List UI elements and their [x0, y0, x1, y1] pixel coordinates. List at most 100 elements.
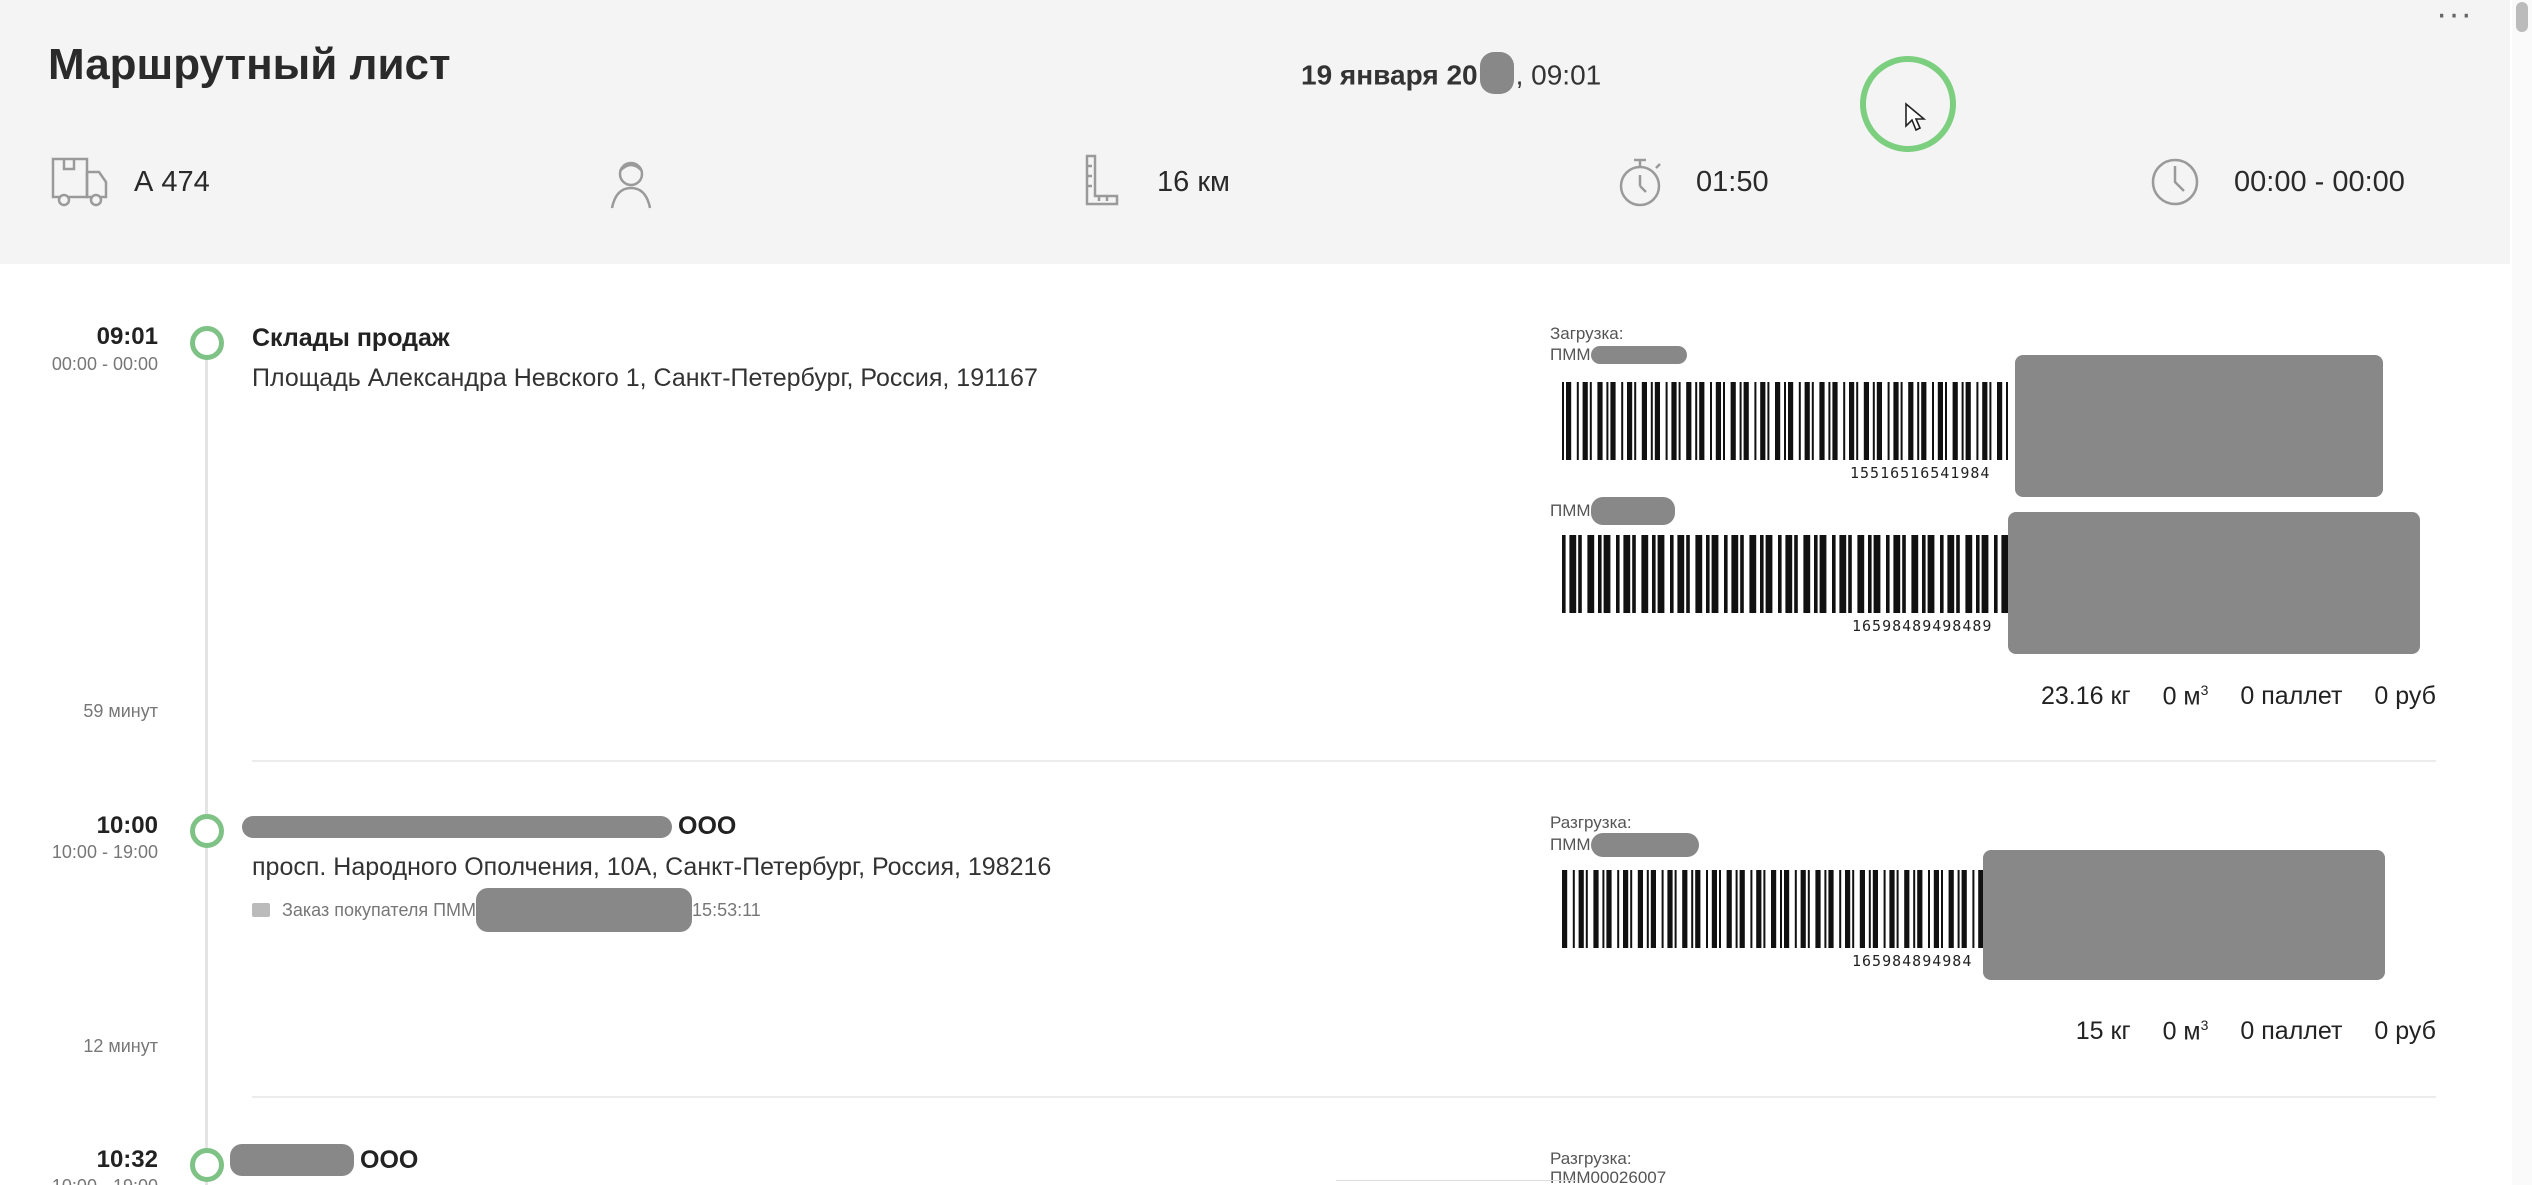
stop-totals: 15 кг 0 м3 0 паллет 0 руб — [2076, 1017, 2436, 1046]
page-title: Маршрутный лист — [48, 40, 451, 89]
stop-marker[interactable] — [190, 326, 224, 360]
barcode-bar — [1726, 870, 1732, 948]
barcode-bar — [1686, 382, 1692, 460]
barcode-bar — [1893, 382, 1899, 460]
barcode-bar — [1981, 535, 1989, 613]
barcode-bar — [1921, 382, 1927, 460]
barcode-bar — [1606, 382, 1609, 460]
barcode-bar — [1740, 535, 1744, 613]
scrollbar-thumb[interactable] — [2516, 2, 2528, 32]
stop-name-text: Склады продаж — [252, 324, 450, 352]
stop-divider — [252, 1096, 2436, 1098]
order-prefix: Заказ покупателя ПММ — [282, 899, 477, 920]
ruler-icon — [1085, 154, 1119, 206]
barcode-code: ПММ — [1550, 833, 1699, 857]
barcode-bar — [1706, 870, 1708, 948]
barcode-bar — [1872, 870, 1878, 948]
barcode-bar — [1641, 382, 1647, 460]
barcode-bar — [1650, 870, 1656, 948]
barcode-bar — [1765, 535, 1773, 613]
stop-totals: 23.16 кг 0 м3 0 паллет 0 руб — [2041, 682, 2436, 711]
barcode-bar — [1569, 535, 1577, 613]
barcode-bar — [1634, 382, 1637, 460]
stop-marker[interactable] — [190, 814, 224, 848]
barcode-bar — [1965, 535, 1973, 613]
barcode-bar — [1828, 870, 1834, 948]
barcode-bar — [1922, 535, 1926, 613]
barcode-bar — [1965, 382, 1971, 460]
barcode-bar — [1972, 870, 1975, 948]
stop-name[interactable]: ООО — [230, 1144, 418, 1176]
barcode-bar — [1630, 870, 1633, 948]
barcode-bar — [1917, 382, 1920, 460]
barcode-bar — [1593, 870, 1599, 948]
route-date-day: 19 января 20 — [1301, 59, 1478, 91]
barcode-bar — [1711, 870, 1717, 948]
barcode-bar — [1876, 382, 1882, 460]
barcode-bar — [1856, 382, 1859, 460]
barcode-bar — [1661, 870, 1664, 948]
barcode-bar — [1982, 382, 1988, 460]
stop-name[interactable]: Склады продаж — [252, 324, 450, 353]
barcode-bar — [1889, 870, 1895, 948]
barcode-bar — [1735, 870, 1738, 948]
barcode-bar — [1739, 382, 1742, 460]
scrollbar-track[interactable] — [2512, 0, 2532, 1185]
barcode-bar — [1621, 382, 1624, 460]
barcode-bar — [1976, 382, 1979, 460]
barcode-bar — [1582, 382, 1588, 460]
mouse-cursor-icon — [1905, 102, 1926, 132]
total-volume: 0 м3 — [2163, 1017, 2209, 1046]
order-reference[interactable]: Заказ покупателя ПММ 15:53:11 — [252, 888, 761, 932]
barcode-bar — [1800, 870, 1806, 948]
barcode-bar — [1940, 535, 1944, 613]
redacted-block — [1590, 497, 1675, 525]
stop-time: 09:01 — [96, 323, 158, 350]
barcode-bar — [1794, 870, 1797, 948]
travel-duration: 12 минут — [83, 1036, 158, 1056]
barcode-bar — [1562, 870, 1568, 948]
barcode-bar — [1873, 535, 1881, 613]
barcode-bar — [1927, 535, 1935, 613]
action-label: Разгрузка: — [1550, 1149, 1632, 1168]
total-volume: 0 м3 — [2163, 682, 2209, 711]
stop-marker[interactable] — [190, 1148, 224, 1182]
vehicle-plate: А 474 — [134, 165, 210, 198]
barcode-bar — [1603, 535, 1611, 613]
total-volume-value: 0 м — [2162, 1017, 2201, 1046]
barcode-bar — [1852, 870, 1855, 948]
total-price: 0 руб — [2374, 682, 2436, 710]
barcode-bar — [1956, 535, 1960, 613]
barcode-bar — [1957, 870, 1960, 948]
redacted-block — [1590, 346, 1687, 364]
comment-icon — [252, 903, 270, 917]
barcode-bar — [1617, 870, 1620, 948]
barcode-bar — [1754, 382, 1757, 460]
barcode-bar — [1798, 382, 1801, 460]
stop-time: 10:32 — [96, 1146, 158, 1173]
barcode-bar — [1775, 382, 1781, 460]
barcode-bar — [1585, 870, 1588, 948]
barcode-bar — [1756, 870, 1762, 948]
stop-name-suffix: ООО — [678, 812, 737, 840]
barcode-bar — [1695, 870, 1701, 948]
barcode-bar — [1883, 870, 1886, 948]
stop-window: 10:00 - 19:00 — [51, 842, 158, 862]
barcode-bar — [1597, 382, 1603, 460]
barcode-bar — [1641, 535, 1649, 613]
barcode-bar — [1849, 382, 1855, 460]
stop-name[interactable]: ООО — [242, 812, 736, 841]
more-menu-icon[interactable]: ··· — [2436, 0, 2473, 34]
barcode-bar — [1657, 535, 1665, 613]
stop-window: 10:00 - 19:00 — [52, 1176, 158, 1185]
redacted-block — [476, 888, 693, 932]
route-header: Маршрутный лист 19 января 20, 09:01 ··· … — [0, 0, 2510, 264]
barcode-bar — [1771, 870, 1777, 948]
vehicle-stat: А 474 — [50, 154, 210, 210]
barcode-bar — [1710, 382, 1712, 460]
duration-value: 01:50 — [1696, 165, 1769, 198]
barcode-bar — [1872, 382, 1875, 460]
barcode-bar — [1699, 382, 1705, 460]
barcode-bar — [1824, 870, 1827, 948]
barcode-bar — [1902, 535, 1906, 613]
